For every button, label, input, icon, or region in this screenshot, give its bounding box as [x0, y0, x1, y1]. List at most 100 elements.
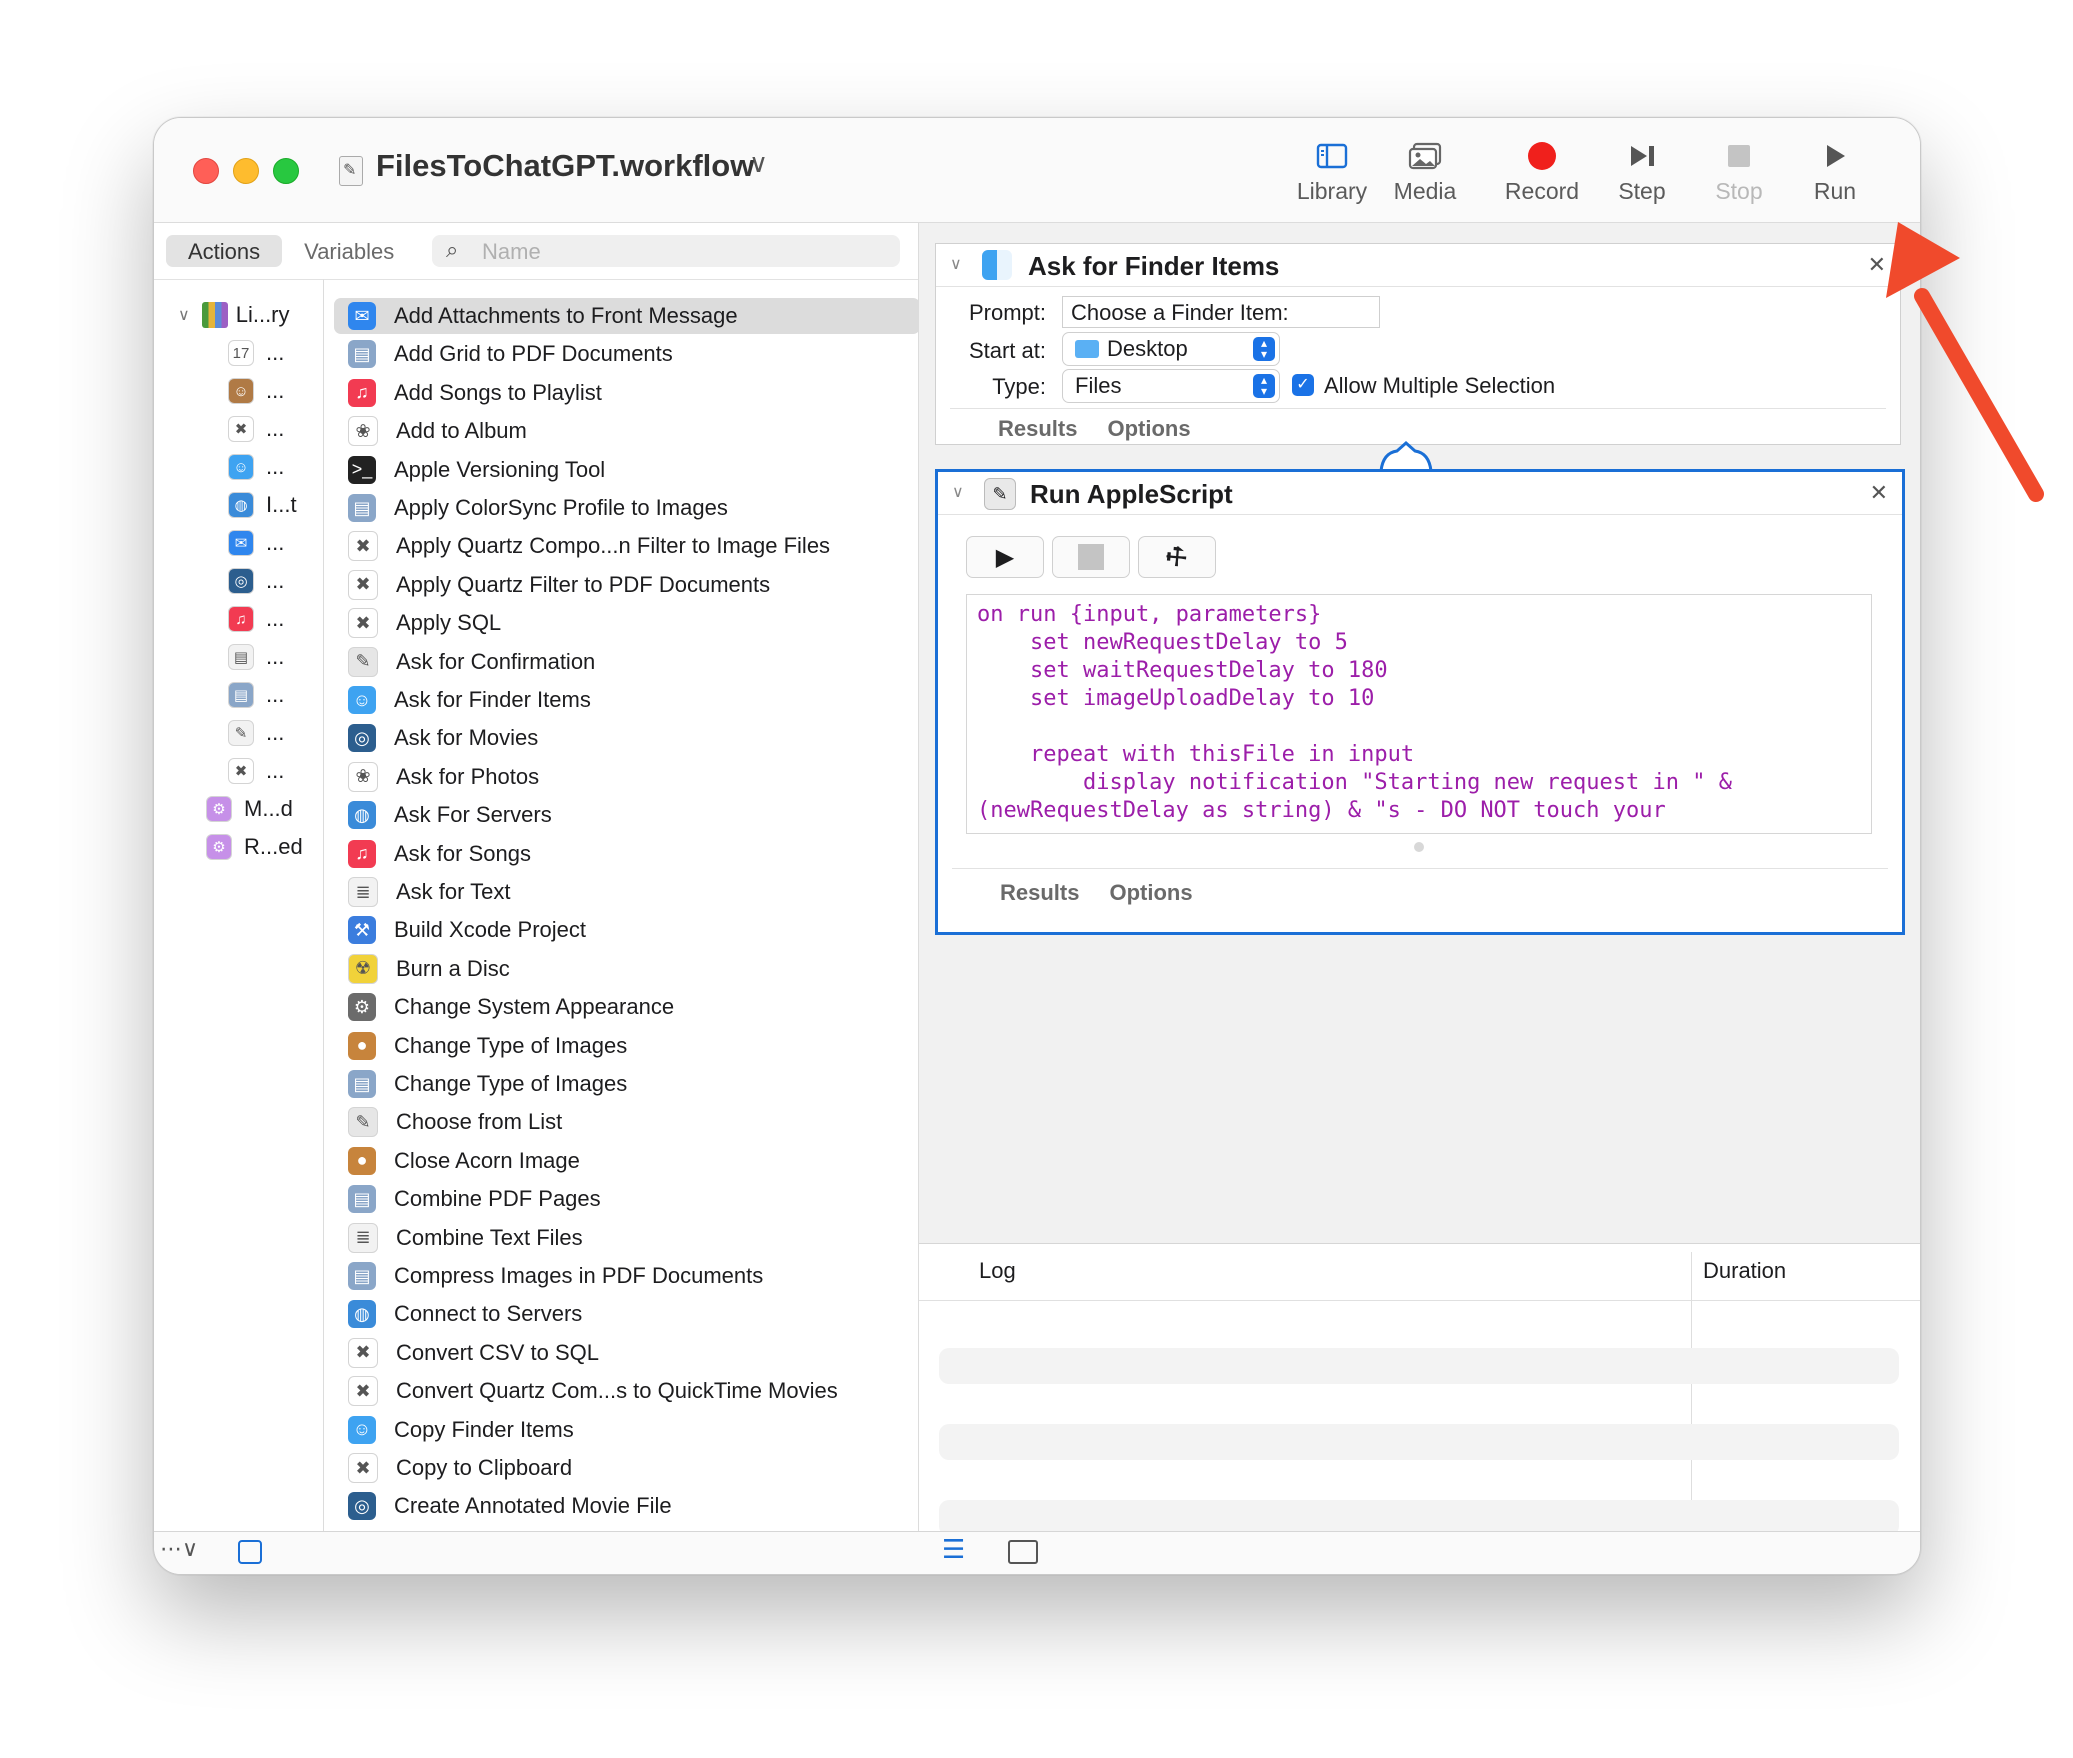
preview-icon: ▤: [348, 1185, 376, 1214]
applescript-editor[interactable]: on run {input, parameters} set newReques…: [966, 594, 1872, 834]
stop-script-button[interactable]: [1052, 536, 1130, 578]
category-item[interactable]: ♫...: [228, 602, 284, 636]
category-item[interactable]: ✖...: [228, 754, 284, 788]
log-row: [939, 1424, 1899, 1460]
toolbar-stop-button[interactable]: Stop: [1691, 134, 1787, 214]
resize-handle[interactable]: [1414, 842, 1424, 852]
card-header: ∨ ✎ Run AppleScript ✕: [938, 472, 1902, 515]
disclosure-chevron-icon[interactable]: ∨: [178, 305, 190, 325]
action-list-item[interactable]: ◎ Ask for Movies: [334, 720, 918, 756]
action-list-item[interactable]: ▤ Apply ColorSync Profile to Images: [334, 490, 918, 526]
category-item[interactable]: ▤...: [228, 678, 284, 712]
options-tab[interactable]: Options: [1109, 880, 1192, 905]
log-table: Log Duration: [919, 1243, 1920, 1536]
action-list-item[interactable]: ✖ Apply Quartz Compo...n Filter to Image …: [334, 528, 918, 564]
action-list-item[interactable]: ▤ Change Type of Images: [334, 1066, 918, 1102]
minimize-window-button[interactable]: [233, 158, 259, 184]
action-list-item[interactable]: ✉ Add Attachments to Front Message: [334, 298, 918, 334]
toolbar-media-button[interactable]: Media: [1377, 134, 1473, 214]
action-list-item[interactable]: >_ Apple Versioning Tool: [334, 452, 918, 488]
close-icon[interactable]: ✕: [1868, 252, 1886, 278]
category-item[interactable]: ✉...: [228, 526, 284, 560]
action-list-item[interactable]: ● Change Type of Images: [334, 1028, 918, 1064]
action-list-item[interactable]: ❀ Add to Album: [334, 413, 918, 449]
duration-column-header[interactable]: Duration: [1703, 1258, 1786, 1284]
options-tab[interactable]: Options: [1107, 416, 1190, 441]
action-list-item[interactable]: ♫ Add Songs to Playlist: [334, 375, 918, 411]
action-list-item[interactable]: ✖ Apply Quartz Filter to PDF Documents: [334, 567, 918, 603]
action-list-item[interactable]: ☢ Burn a Disc: [334, 951, 918, 987]
close-icon[interactable]: ✕: [1870, 480, 1888, 506]
toolbar-record-button[interactable]: Record: [1494, 134, 1590, 214]
action-list-item[interactable]: ☺ Ask for Finder Items: [334, 682, 918, 718]
action-list-item[interactable]: ❀ Ask for Photos: [334, 759, 918, 795]
internet-globe-icon: ◍: [228, 492, 254, 518]
description-toggle-icon[interactable]: [238, 1540, 262, 1564]
toolbar-library-button[interactable]: Library: [1284, 134, 1380, 214]
log-column-header[interactable]: Log: [979, 1258, 1016, 1284]
action-list-item[interactable]: ♫ Ask for Songs: [334, 836, 918, 872]
category-item[interactable]: ◎...: [228, 564, 284, 598]
category-item[interactable]: ☺...: [228, 450, 284, 484]
prompt-field[interactable]: Choose a Finder Item:: [1062, 296, 1380, 328]
compile-script-button[interactable]: ⚒: [1138, 536, 1216, 578]
category-item[interactable]: ⚙ R...ed: [206, 830, 303, 864]
search-input[interactable]: [480, 237, 884, 267]
automator-window: FilesToChatGPT.workflow ∨ Library Media …: [153, 117, 1921, 1575]
action-list-item[interactable]: ⚒ Build Xcode Project: [334, 912, 918, 948]
category-item-library[interactable]: ∨ Li...ry: [154, 298, 323, 332]
toolbar-run-button[interactable]: Run: [1787, 134, 1883, 214]
action-list-item[interactable]: ⚙ Change System Appearance: [334, 989, 918, 1025]
library-segmented-control: Actions Variables: [166, 235, 416, 267]
category-item[interactable]: ✎...: [228, 716, 284, 750]
category-item[interactable]: ☺...: [228, 374, 284, 408]
action-list-item[interactable]: ☺ Copy Finder Items: [334, 1412, 918, 1448]
action-list-item[interactable]: ✎ Choose from List: [334, 1104, 918, 1140]
split-view-icon[interactable]: [1008, 1540, 1038, 1564]
tab-actions[interactable]: Actions: [166, 235, 283, 267]
collapse-chevron-icon[interactable]: ∨: [950, 254, 962, 274]
action-list-item[interactable]: ◍ Ask For Servers: [334, 797, 918, 833]
action-list-item[interactable]: ● Close Acorn Image: [334, 1143, 918, 1179]
action-label: Change Type of Images: [394, 1071, 628, 1096]
action-list-item[interactable]: ◍ Connect to Servers: [334, 1296, 918, 1332]
close-window-button[interactable]: [193, 158, 219, 184]
action-list-item[interactable]: ✎ Ask for Confirmation: [334, 644, 918, 680]
more-options-icon[interactable]: ⋯∨: [160, 1536, 198, 1562]
action-list-item[interactable]: ✖ Apply SQL: [334, 605, 918, 641]
action-list-item[interactable]: ✖ Copy to Clipboard: [334, 1450, 918, 1486]
run-script-button[interactable]: ▶: [966, 536, 1044, 578]
action-list-item[interactable]: ◎ Create Annotated Movie File: [334, 1488, 918, 1524]
action-list-item[interactable]: ▤ Compress Images in PDF Documents: [334, 1258, 918, 1294]
collapse-chevron-icon[interactable]: ∨: [952, 482, 964, 502]
tab-variables[interactable]: Variables: [282, 235, 416, 267]
list-view-icon[interactable]: ☰: [942, 1534, 965, 1565]
action-list-item[interactable]: ▤ Add Grid to PDF Documents: [334, 336, 918, 372]
start-at-popup[interactable]: Desktop ▴ ▾: [1062, 332, 1280, 366]
search-field[interactable]: ⌕: [432, 235, 900, 267]
category-item[interactable]: ◍ I...t: [228, 488, 297, 522]
category-item[interactable]: ✖...: [228, 412, 284, 446]
recently-added-folder-icon: ⚙: [206, 834, 232, 860]
results-tab[interactable]: Results: [998, 416, 1077, 441]
action-list-item[interactable]: ✖ Convert Quartz Com...s to QuickTime Mov…: [334, 1373, 918, 1409]
toolbar-step-button[interactable]: Step: [1594, 134, 1690, 214]
folder-icon: [1075, 340, 1099, 358]
type-popup[interactable]: Files ▴ ▾: [1062, 369, 1280, 403]
category-item[interactable]: 17...: [228, 336, 284, 370]
step-icon: [1631, 146, 1654, 166]
tools-icon: ✖: [348, 1337, 378, 1368]
allow-multiple-checkbox[interactable]: ✓: [1292, 374, 1314, 396]
window-title[interactable]: FilesToChatGPT.workflow: [376, 148, 754, 184]
action-label: Convert Quartz Com...s to QuickTime Movi…: [396, 1378, 838, 1404]
action-list-item[interactable]: ✖ Convert CSV to SQL: [334, 1335, 918, 1371]
action-list-item[interactable]: ▤ Combine PDF Pages: [334, 1181, 918, 1217]
results-tab[interactable]: Results: [1000, 880, 1079, 905]
toolbar-label: Run: [1813, 178, 1857, 204]
zoom-window-button[interactable]: [273, 158, 299, 184]
chevron-down-icon[interactable]: ∨: [749, 148, 768, 179]
category-item[interactable]: ▤...: [228, 640, 284, 674]
category-item[interactable]: ⚙ M...d: [206, 792, 293, 826]
action-list-item[interactable]: ≣ Combine Text Files: [334, 1220, 918, 1256]
action-list-item[interactable]: ≣ Ask for Text: [334, 874, 918, 910]
